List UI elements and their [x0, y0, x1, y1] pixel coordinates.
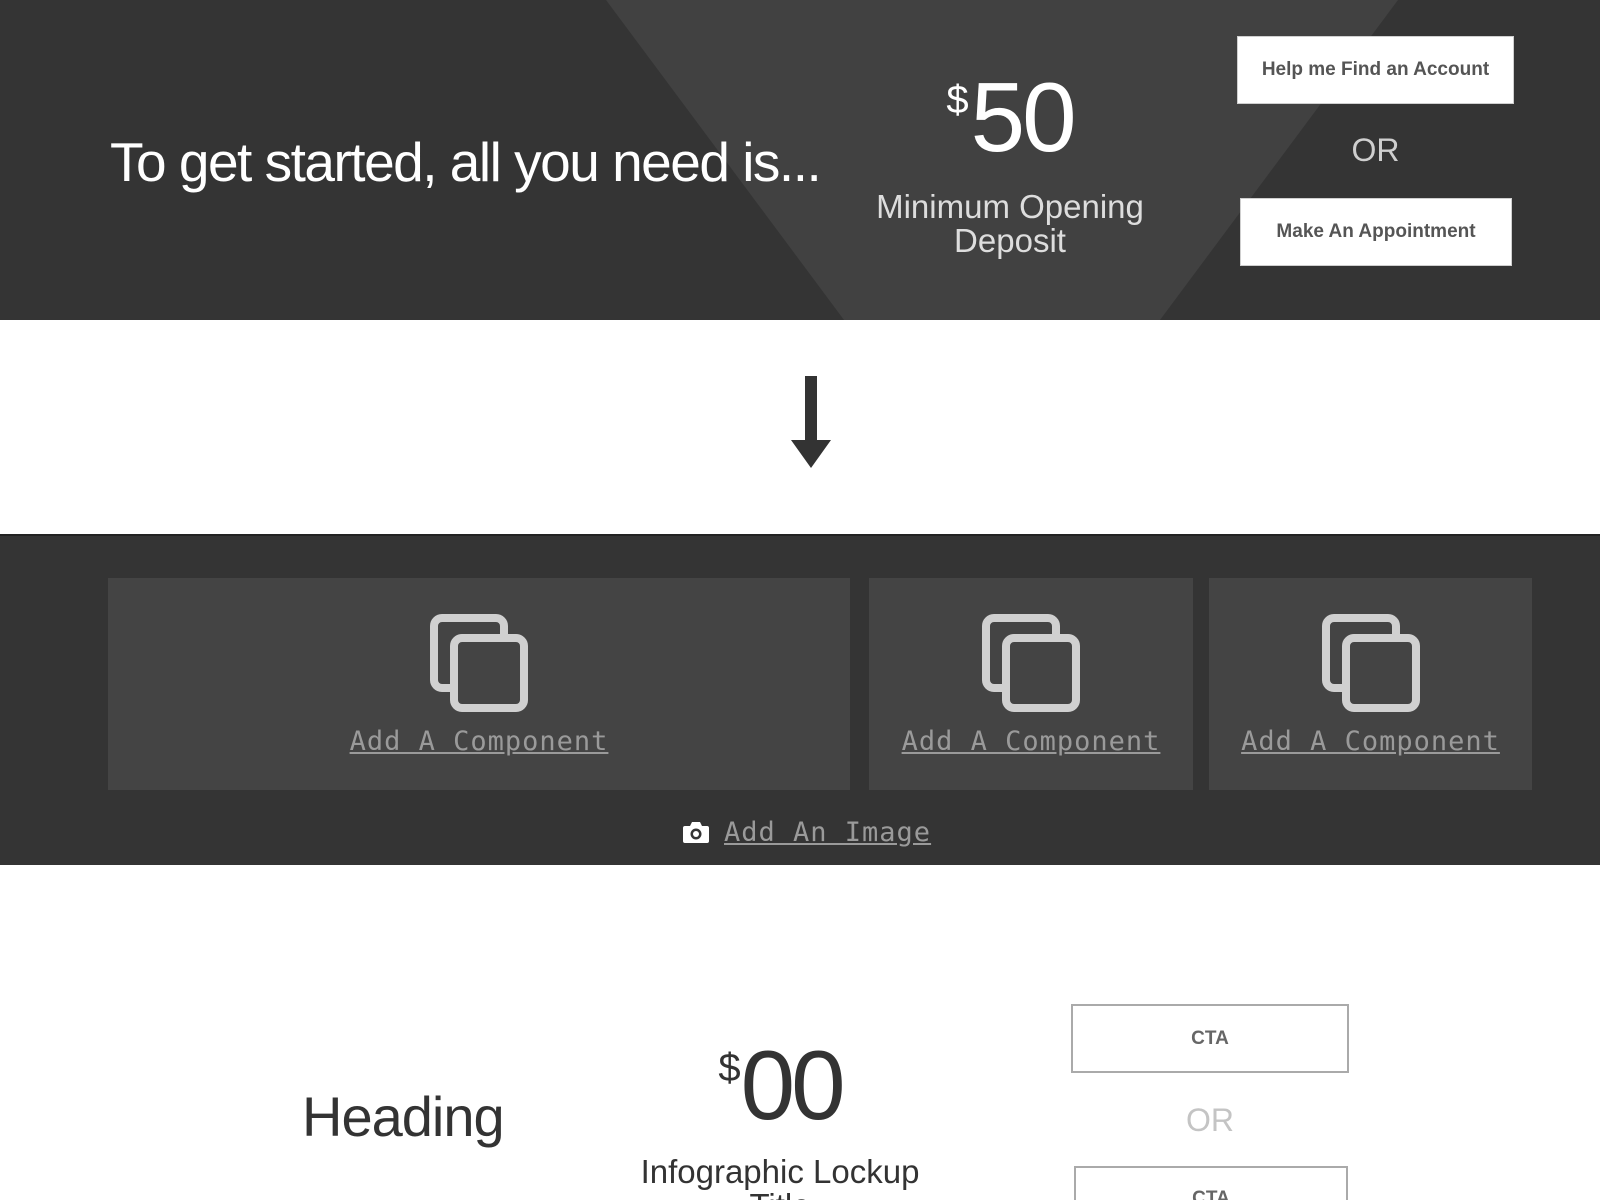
hero-title: To get started, all you need is... [110, 131, 822, 193]
copy-icon [982, 614, 1080, 712]
add-component-link[interactable]: Add A Component [1241, 726, 1500, 757]
add-component-slot[interactable]: Add A Component [869, 578, 1193, 790]
copy-icon [1321, 614, 1420, 712]
price-amount: 50 [970, 62, 1077, 172]
cta-primary-button[interactable]: CTA [1071, 1004, 1349, 1073]
add-image-button[interactable]: Add An Image [682, 812, 931, 852]
camera-icon [683, 822, 709, 843]
lockup-price: $00 [630, 1030, 930, 1140]
add-component-link[interactable]: Add A Component [350, 726, 609, 757]
section-heading: Heading [302, 1085, 505, 1148]
lockup-caption: Infographic Lockup Title [640, 1155, 920, 1200]
make-appointment-button[interactable]: Make An Appointment [1240, 198, 1512, 266]
component-band: Add A Component Add A Component Add A Co… [0, 534, 1600, 865]
price-currency: $ [946, 78, 969, 122]
lockup-price-currency: $ [718, 1046, 741, 1090]
add-image-link[interactable]: Add An Image [724, 817, 931, 848]
price-caption: Minimum Opening Deposit [876, 188, 1144, 259]
lockup-price-amount: 00 [740, 1030, 846, 1140]
cta-secondary-button[interactable]: CTA [1074, 1166, 1348, 1200]
add-component-link[interactable]: Add A Component [902, 726, 1161, 757]
deposit-price: $50 [860, 62, 1160, 172]
hero-or-divider: OR [1351, 132, 1400, 168]
add-component-slot[interactable]: Add A Component [108, 578, 850, 790]
arrow-down-icon [780, 374, 840, 474]
add-component-slot[interactable]: Add A Component [1209, 578, 1532, 790]
help-find-account-button[interactable]: Help me Find an Account [1237, 36, 1514, 104]
cta-or-divider: OR [1186, 1102, 1234, 1138]
hero-banner: To get started, all you need is... $50 M… [0, 0, 1600, 320]
copy-icon [430, 614, 528, 712]
